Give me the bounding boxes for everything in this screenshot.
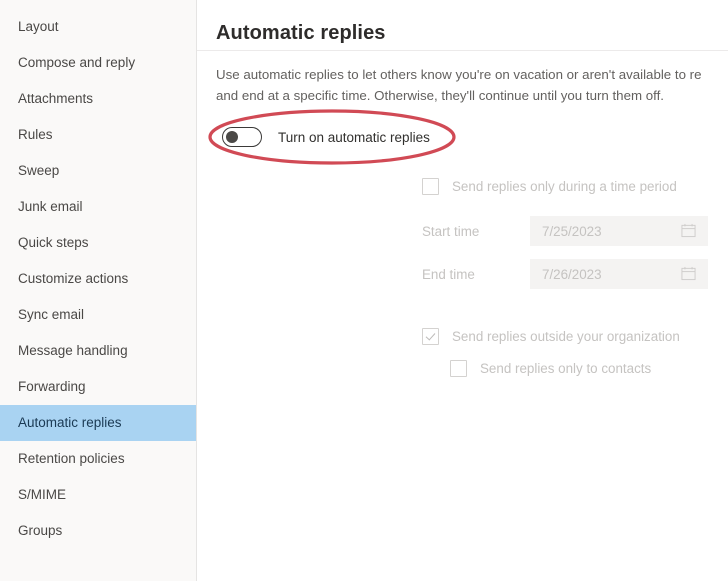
calendar-icon: [681, 266, 696, 281]
sidebar-item-label: Rules: [18, 127, 53, 142]
sidebar-item-label: Quick steps: [18, 235, 89, 250]
sidebar-item-label: Sync email: [18, 307, 85, 322]
start-time-label: Start time: [422, 223, 480, 239]
automatic-replies-panel: Automatic replies Use automatic replies …: [197, 0, 728, 581]
sidebar-item-automatic-replies[interactable]: Automatic replies: [0, 405, 196, 441]
outside-organization-checkbox[interactable]: [422, 328, 439, 345]
sidebar-item-label: Forwarding: [18, 379, 86, 394]
sidebar-item-customize-actions[interactable]: Customize actions: [0, 261, 196, 297]
sidebar-item-retention-policies[interactable]: Retention policies: [0, 441, 196, 477]
time-period-checkbox[interactable]: [422, 178, 439, 195]
outside-organization-label: Send replies outside your organization: [452, 329, 680, 344]
time-period-checkbox-row[interactable]: Send replies only during a time period: [422, 178, 677, 195]
only-contacts-checkbox[interactable]: [450, 360, 467, 377]
sidebar-item-rules[interactable]: Rules: [0, 117, 196, 153]
sidebar-item-label: Customize actions: [18, 271, 129, 286]
only-contacts-checkbox-row[interactable]: Send replies only to contacts: [450, 360, 651, 377]
settings-window: Layout Compose and reply Attachments Rul…: [0, 0, 728, 581]
panel-description: Use automatic replies to let others know…: [216, 64, 728, 106]
toggle-label: Turn on automatic replies: [278, 129, 430, 145]
description-line-2: and end at a specific time. Otherwise, t…: [216, 88, 664, 103]
sidebar-item-sync-email[interactable]: Sync email: [0, 297, 196, 333]
sidebar-item-attachments[interactable]: Attachments: [0, 81, 196, 117]
sidebar-item-label: Layout: [18, 19, 59, 34]
sidebar-item-label: Message handling: [18, 343, 128, 358]
sidebar-item-label: S/MIME: [18, 487, 67, 502]
sidebar-item-label: Attachments: [18, 91, 94, 106]
sidebar-item-layout[interactable]: Layout: [0, 9, 196, 45]
sidebar-item-label: Junk email: [18, 199, 83, 214]
outside-organization-checkbox-row[interactable]: Send replies outside your organization: [422, 328, 680, 345]
sidebar-item-label: Automatic replies: [18, 415, 122, 430]
start-date-field[interactable]: 7/25/2023: [530, 216, 708, 246]
sidebar-item-forwarding[interactable]: Forwarding: [0, 369, 196, 405]
sidebar-item-sweep[interactable]: Sweep: [0, 153, 196, 189]
settings-sidebar: Layout Compose and reply Attachments Rul…: [0, 0, 197, 581]
sidebar-item-groups[interactable]: Groups: [0, 513, 196, 549]
end-date-field[interactable]: 7/26/2023: [530, 259, 708, 289]
sidebar-item-compose-and-reply[interactable]: Compose and reply: [0, 45, 196, 81]
sidebar-item-quick-steps[interactable]: Quick steps: [0, 225, 196, 261]
description-line-1: Use automatic replies to let others know…: [216, 67, 702, 82]
calendar-icon: [681, 223, 696, 238]
title-divider: [197, 50, 728, 51]
sidebar-item-junk-email[interactable]: Junk email: [0, 189, 196, 225]
toggle-knob: [226, 131, 238, 143]
sidebar-item-label: Groups: [18, 523, 63, 538]
end-time-label: End time: [422, 266, 475, 282]
only-contacts-label: Send replies only to contacts: [480, 361, 652, 376]
time-period-label: Send replies only during a time period: [452, 179, 677, 194]
page-title: Automatic replies: [216, 22, 386, 45]
end-time-row: End time 7/26/2023 1:00 PM: [422, 259, 728, 289]
automatic-replies-toggle[interactable]: [222, 127, 262, 147]
sidebar-item-message-handling[interactable]: Message handling: [0, 333, 196, 369]
sidebar-item-label: Retention policies: [18, 451, 125, 466]
start-time-row: Start time 7/25/2023 1:00 PM: [422, 216, 728, 246]
sidebar-item-label: Sweep: [18, 163, 60, 178]
sidebar-item-label: Compose and reply: [18, 55, 136, 70]
start-date-value: 7/25/2023: [542, 223, 602, 239]
sidebar-item-smime[interactable]: S/MIME: [0, 477, 196, 513]
automatic-replies-toggle-row[interactable]: Turn on automatic replies: [222, 127, 430, 147]
end-date-value: 7/26/2023: [542, 266, 602, 282]
